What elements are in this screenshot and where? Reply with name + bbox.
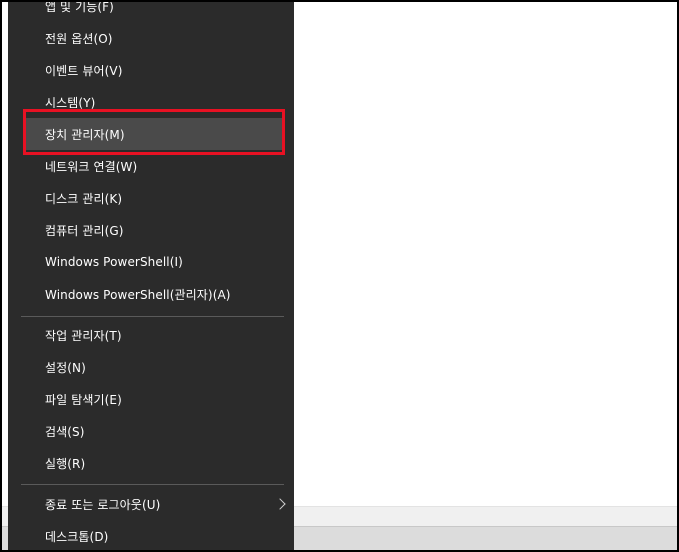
- chevron-right-icon: [274, 498, 286, 510]
- menu-item-run[interactable]: 실행(R): [8, 447, 294, 479]
- menu-item-label: 실행(R): [45, 456, 86, 471]
- menu-item-powershell[interactable]: Windows PowerShell(I): [8, 246, 294, 278]
- menu-item-label: 컴퓨터 관리(G): [45, 223, 124, 238]
- menu-item-label: 장치 관리자(M): [45, 127, 125, 142]
- menu-item-disk-management[interactable]: 디스크 관리(K): [8, 182, 294, 214]
- menu-item-device-manager[interactable]: 장치 관리자(M): [23, 118, 285, 150]
- menu-separator: [21, 316, 284, 317]
- menu-separator: [21, 484, 284, 485]
- menu-item-label: 전원 옵션(O): [45, 31, 113, 46]
- menu-item-label: 앱 및 기능(F): [45, 0, 114, 14]
- menu-item-power-options[interactable]: 전원 옵션(O): [8, 22, 294, 54]
- menu-item-task-manager[interactable]: 작업 관리자(T): [8, 319, 294, 351]
- menu-item-apps-features[interactable]: 앱 및 기능(F): [8, 0, 294, 22]
- menu-item-label: 종료 또는 로그아웃(U): [45, 497, 161, 512]
- menu-item-computer-management[interactable]: 컴퓨터 관리(G): [8, 214, 294, 246]
- menu-item-file-explorer[interactable]: 파일 탐색기(E): [8, 383, 294, 415]
- menu-item-label: 네트워크 연결(W): [45, 159, 138, 174]
- screenshot-frame: 앱 및 기능(F) 전원 옵션(O) 이벤트 뷰어(V) 시스템(Y) 장치 관…: [0, 0, 679, 552]
- winx-context-menu: 앱 및 기능(F) 전원 옵션(O) 이벤트 뷰어(V) 시스템(Y) 장치 관…: [8, 0, 294, 550]
- menu-item-powershell-admin[interactable]: Windows PowerShell(관리자)(A): [8, 278, 294, 310]
- menu-item-label: 설정(N): [45, 360, 86, 375]
- menu-item-label: 검색(S): [45, 424, 85, 439]
- menu-item-label: 데스크톱(D): [45, 529, 109, 544]
- menu-item-label: Windows PowerShell(관리자)(A): [45, 287, 231, 302]
- menu-item-settings[interactable]: 설정(N): [8, 351, 294, 383]
- menu-item-label: Windows PowerShell(I): [45, 255, 183, 269]
- menu-item-system[interactable]: 시스템(Y): [8, 86, 294, 118]
- menu-item-desktop[interactable]: 데스크톱(D): [8, 520, 294, 550]
- menu-item-label: 디스크 관리(K): [45, 191, 123, 206]
- menu-item-label: 이벤트 뷰어(V): [45, 63, 123, 78]
- menu-item-label: 시스템(Y): [45, 95, 96, 110]
- menu-item-network-connections[interactable]: 네트워크 연결(W): [8, 150, 294, 182]
- menu-item-label: 작업 관리자(T): [45, 328, 122, 343]
- menu-item-event-viewer[interactable]: 이벤트 뷰어(V): [8, 54, 294, 86]
- menu-item-shutdown-signout[interactable]: 종료 또는 로그아웃(U): [8, 488, 294, 520]
- menu-item-label: 파일 탐색기(E): [45, 392, 122, 407]
- menu-item-search[interactable]: 검색(S): [8, 415, 294, 447]
